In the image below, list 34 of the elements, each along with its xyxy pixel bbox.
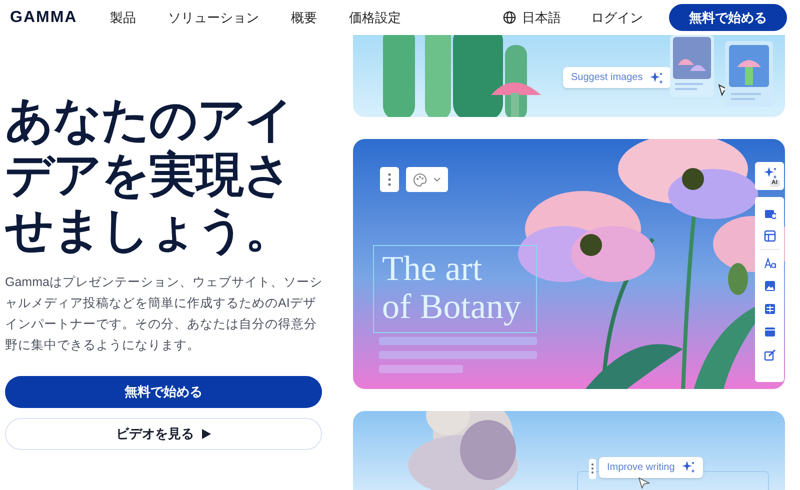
card-icon[interactable]	[764, 207, 776, 219]
nav-link[interactable]: 概要	[291, 8, 317, 28]
hero-description: Gammaはプレゼンテーション、ウェブサイト、ソーシャルメディア投稿などを簡単に作成するためのAIデザインパートナーです。その分、あなたは自分の得意分野に集中できるようになります。	[5, 274, 324, 354]
embed-icon[interactable]	[764, 326, 776, 338]
table-icon[interactable]	[764, 303, 776, 315]
image-icon[interactable]	[764, 280, 776, 292]
palette-icon	[413, 172, 427, 186]
more-button[interactable]	[380, 167, 399, 192]
login-link[interactable]: ログイン	[591, 8, 643, 28]
logo[interactable]: GAMMA	[10, 6, 110, 30]
signup-button[interactable]: 無料で始める	[669, 4, 787, 31]
nav-link[interactable]: 価格設定	[349, 8, 401, 28]
more-button[interactable]	[589, 458, 596, 479]
hero-heading: あなたのアイデアを実現させましょう。	[5, 93, 294, 258]
cursor-icon	[638, 476, 650, 489]
nav-link[interactable]: 製品	[110, 8, 136, 28]
sparkle-icon	[680, 460, 695, 474]
image-thumbnail[interactable]	[670, 35, 714, 97]
watch-video-button[interactable]: ビデオを見る	[5, 418, 322, 450]
ai-suggestion-chip[interactable]: Suggest images	[563, 67, 671, 88]
globe-icon	[503, 11, 516, 24]
start-free-button[interactable]: 無料で始める	[5, 376, 322, 408]
more-icon	[388, 173, 391, 186]
sparkle-icon	[648, 70, 663, 84]
language-link[interactable]: 日本語	[503, 8, 561, 28]
chevron-down-icon	[433, 177, 441, 182]
nav-link[interactable]: ソリューション	[168, 8, 259, 28]
sparkle-icon	[762, 166, 776, 180]
more-icon	[591, 463, 594, 474]
text-icon[interactable]	[764, 257, 776, 269]
play-icon	[202, 429, 211, 439]
theme-button[interactable]	[406, 167, 448, 192]
layout-icon[interactable]	[764, 230, 776, 242]
edit-icon[interactable]	[764, 349, 776, 361]
